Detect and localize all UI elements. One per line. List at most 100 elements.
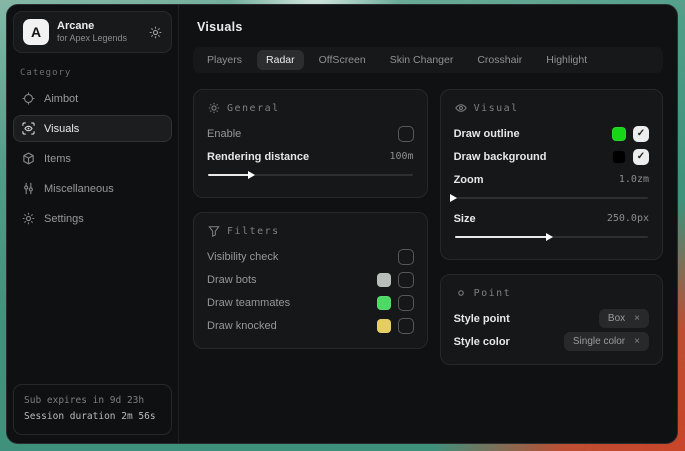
size-label: Size (454, 213, 476, 225)
style-point-select[interactable]: Box × (599, 309, 649, 328)
general-panel-header: General (208, 102, 414, 114)
sidebar-item-visuals[interactable]: Visuals (13, 115, 172, 142)
gear-icon (22, 212, 35, 225)
draw-bots-label: Draw bots (207, 274, 257, 286)
sidebar-item-label: Items (44, 153, 71, 165)
enable-checkbox[interactable] (398, 126, 414, 142)
tab-radar[interactable]: Radar (257, 50, 304, 70)
draw-teammates-color-swatch[interactable] (377, 296, 391, 310)
draw-knocked-checkbox[interactable] (398, 318, 414, 334)
brand-card: A Arcane for Apex Legends (13, 11, 172, 53)
draw-outline-color-swatch[interactable] (612, 127, 626, 141)
draw-knocked-row: Draw knocked (207, 315, 414, 336)
sliders-icon (22, 182, 35, 195)
close-icon[interactable]: × (634, 336, 640, 347)
panel-title: General (227, 103, 280, 114)
panel-title: Filters (227, 226, 280, 237)
filters-panel: Filters Visibility check Draw bots (193, 212, 428, 349)
draw-background-checkbox[interactable] (633, 149, 649, 165)
sub-expires-text: Sub expires in 9d 23h (24, 393, 161, 410)
sidebar-item-label: Settings (44, 213, 84, 225)
draw-bots-color-swatch[interactable] (377, 273, 391, 287)
slider-thumb[interactable] (450, 194, 457, 202)
style-color-label: Style color (454, 336, 510, 348)
general-panel: General Enable Rendering distance 100m (193, 89, 428, 198)
slider-fill (208, 174, 253, 176)
sidebar-item-items[interactable]: Items (13, 145, 172, 172)
brand-logo: A (23, 19, 49, 45)
slider-thumb[interactable] (546, 233, 553, 241)
left-column: General Enable Rendering distance 100m (193, 89, 428, 349)
visibility-check-row: Visibility check (207, 246, 414, 267)
draw-outline-label: Draw outline (454, 128, 520, 140)
tab-crosshair[interactable]: Crosshair (468, 50, 531, 70)
draw-background-color-swatch[interactable] (612, 150, 626, 164)
aperture-icon (208, 102, 220, 114)
filters-panel-header: Filters (208, 225, 414, 237)
enable-label: Enable (207, 128, 241, 140)
size-row: Size 250.0px (454, 208, 649, 229)
visual-panel-header: Visual (455, 102, 649, 114)
size-slider[interactable] (455, 232, 648, 242)
panel-title: Visual (474, 103, 519, 114)
sidebar-item-settings[interactable]: Settings (13, 205, 172, 232)
visibility-check-label: Visibility check (207, 251, 278, 263)
draw-knocked-color-swatch[interactable] (377, 319, 391, 333)
draw-bots-row: Draw bots (207, 269, 414, 290)
rendering-distance-slider[interactable] (208, 170, 413, 180)
close-icon[interactable]: × (634, 313, 640, 324)
sidebar: A Arcane for Apex Legends Category Aimbo (7, 5, 179, 443)
brand-text: Arcane for Apex Legends (57, 20, 127, 45)
style-color-row: Style color Single color × (454, 331, 649, 352)
zoom-label: Zoom (454, 174, 484, 186)
brand-settings-icon[interactable] (149, 26, 162, 39)
draw-background-row: Draw background (454, 146, 649, 167)
funnel-icon (208, 225, 220, 237)
style-color-select[interactable]: Single color × (564, 332, 649, 351)
crosshair-icon (22, 92, 35, 105)
right-column: Visual Draw outline Draw background (440, 89, 663, 365)
brand-title: Arcane (57, 20, 127, 34)
tab-players[interactable]: Players (198, 50, 251, 70)
draw-outline-row: Draw outline (454, 123, 649, 144)
draw-outline-checkbox[interactable] (633, 126, 649, 142)
tab-offscreen[interactable]: OffScreen (310, 50, 375, 70)
slider-thumb[interactable] (248, 171, 255, 179)
visibility-check-checkbox[interactable] (398, 249, 414, 265)
scan-eye-icon (22, 122, 35, 135)
zoom-slider[interactable] (455, 193, 648, 203)
zoom-value: 1.0zm (619, 174, 649, 185)
draw-teammates-label: Draw teammates (207, 297, 290, 309)
slider-fill (455, 236, 552, 238)
rendering-distance-label: Rendering distance (207, 151, 309, 163)
desktop: { "brand": { "initial": "A", "title": "A… (0, 0, 685, 451)
visual-panel: Visual Draw outline Draw background (440, 89, 663, 260)
zoom-row: Zoom 1.0zm (454, 169, 649, 190)
main-area: Visuals Players Radar OffScreen Skin Cha… (179, 5, 677, 443)
eye-icon (455, 102, 467, 114)
brand-subtitle: for Apex Legends (57, 33, 127, 44)
enable-row: Enable (207, 123, 414, 144)
tab-bar: Players Radar OffScreen Skin Changer Cro… (193, 47, 663, 73)
sidebar-item-miscellaneous[interactable]: Miscellaneous (13, 175, 172, 202)
draw-bots-checkbox[interactable] (398, 272, 414, 288)
sidebar-item-label: Visuals (44, 123, 79, 135)
rendering-distance-value: 100m (389, 151, 413, 162)
tab-highlight[interactable]: Highlight (537, 50, 596, 70)
panel-title: Point (474, 288, 512, 299)
style-point-value: Box (608, 313, 625, 324)
draw-teammates-checkbox[interactable] (398, 295, 414, 311)
style-point-row: Style point Box × (454, 308, 649, 329)
tab-skin-changer[interactable]: Skin Changer (381, 50, 463, 70)
rendering-distance-row: Rendering distance 100m (207, 146, 414, 167)
sidebar-item-aimbot[interactable]: Aimbot (13, 85, 172, 112)
point-panel-header: Point (455, 287, 649, 299)
sidebar-item-label: Aimbot (44, 93, 78, 105)
box-icon (22, 152, 35, 165)
size-value: 250.0px (607, 213, 649, 224)
style-point-label: Style point (454, 313, 510, 325)
session-duration-text: Session duration 2m 56s (24, 409, 161, 426)
content: General Enable Rendering distance 100m (193, 89, 663, 431)
style-color-value: Single color (573, 336, 625, 347)
sidebar-item-label: Miscellaneous (44, 183, 114, 195)
